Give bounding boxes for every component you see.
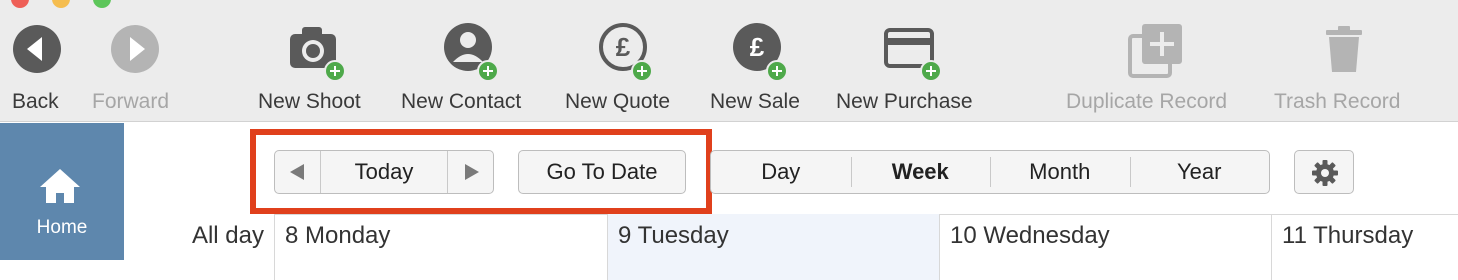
svg-text:£: £ <box>750 32 765 62</box>
home-icon <box>40 169 80 203</box>
sidebar-item-home-label: Home <box>36 217 88 238</box>
all-day-row-label: All day <box>191 222 264 249</box>
add-badge-icon <box>631 60 653 82</box>
view-week-button[interactable]: Week <box>850 151 991 193</box>
add-badge-icon <box>324 60 346 82</box>
day-header-label: 9 Tuesday <box>618 222 729 249</box>
forward-button[interactable]: Forward <box>92 0 182 122</box>
back-button[interactable]: Back <box>12 0 68 122</box>
annotation-highlight-box <box>250 129 712 214</box>
duplicate-record-button[interactable]: Duplicate Record <box>1066 0 1246 122</box>
add-badge-icon <box>766 60 788 82</box>
forward-label: Forward <box>92 90 170 113</box>
new-sale-button[interactable]: £ New Sale <box>710 0 810 122</box>
back-label: Back <box>12 90 59 113</box>
new-shoot-button[interactable]: New Shoot <box>258 0 374 122</box>
view-month-button[interactable]: Month <box>990 151 1130 193</box>
new-contact-button[interactable]: New Contact <box>401 0 539 122</box>
forward-arrow-icon <box>111 25 159 73</box>
trash-icon <box>1326 26 1362 72</box>
day-header-label: 8 Monday <box>285 222 391 249</box>
add-badge-icon <box>477 60 499 82</box>
view-day-button[interactable]: Day <box>711 151 851 193</box>
trash-record-button[interactable]: Trash Record <box>1274 0 1414 122</box>
back-arrow-icon <box>13 25 61 73</box>
new-purchase-button[interactable]: New Purchase <box>836 0 988 122</box>
view-year-button[interactable]: Year <box>1129 151 1270 193</box>
toolbar: Back Forward New Shoot New Contact £ New… <box>0 0 1458 122</box>
day-column-header[interactable]: 10 Wednesday <box>939 214 1271 280</box>
add-badge-icon <box>920 60 942 82</box>
new-quote-label: New Quote <box>565 90 671 113</box>
new-purchase-label: New Purchase <box>836 90 973 113</box>
sidebar-item-home[interactable]: Home <box>0 123 124 260</box>
new-contact-label: New Contact <box>401 90 522 113</box>
trash-record-label: Trash Record <box>1274 90 1401 113</box>
new-sale-label: New Sale <box>710 90 800 113</box>
day-column-header[interactable]: 8 Monday <box>274 214 607 280</box>
day-header-label: 10 Wednesday <box>950 222 1110 249</box>
day-column-header-today[interactable]: 9 Tuesday <box>607 214 939 280</box>
duplicate-icon <box>1128 24 1182 78</box>
day-column-header[interactable]: 11 Thursday <box>1271 214 1458 280</box>
calendar-settings-button[interactable] <box>1294 150 1354 194</box>
view-mode-segmented-control: Day Week Month Year <box>710 150 1270 194</box>
gear-icon <box>1312 160 1338 186</box>
svg-text:£: £ <box>616 32 631 62</box>
duplicate-record-label: Duplicate Record <box>1066 90 1228 113</box>
new-shoot-label: New Shoot <box>258 90 361 113</box>
day-header-label: 11 Thursday <box>1282 222 1414 249</box>
new-quote-button[interactable]: £ New Quote <box>565 0 683 122</box>
